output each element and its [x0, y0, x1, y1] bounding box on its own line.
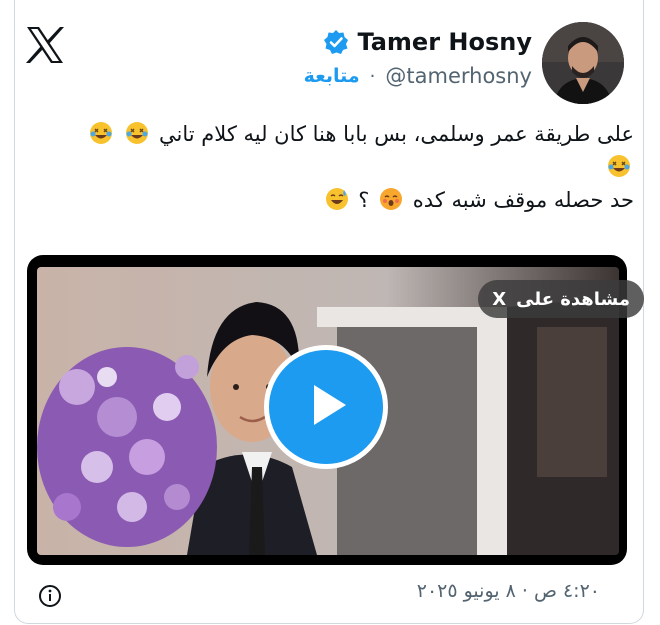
tweet-line-1-text: على طريقة عمر وسلمى، بس بابا هنا كان ليه…	[159, 122, 634, 146]
tweet-footer: ٤:٢٠ ص · ٨ يونيو ٢٠٢٥	[26, 580, 626, 610]
separator-dot: ·	[369, 65, 376, 87]
tweet-line-2-text: حد حصله موقف شبه كده	[412, 188, 634, 212]
play-button[interactable]	[264, 345, 388, 469]
info-icon[interactable]	[38, 584, 62, 608]
tweet-question-mark: ؟	[358, 188, 370, 212]
x-logo-icon[interactable]	[22, 22, 68, 68]
avatar[interactable]	[542, 22, 624, 104]
watch-on-x-logo: X	[492, 288, 507, 310]
verified-badge-icon	[323, 29, 349, 55]
author-handle-row: متابعة · @tamerhosny	[304, 64, 532, 88]
tweet-line-emoji-row	[34, 151, 634, 184]
author-name[interactable]: Tamer Hosny	[357, 28, 532, 56]
follow-button[interactable]: متابعة	[304, 65, 360, 87]
author-handle[interactable]: @tamerhosny	[385, 64, 532, 88]
rolling-on-floor-laughing-emoji	[606, 153, 632, 179]
rolling-on-floor-laughing-emoji	[88, 120, 114, 146]
watch-on-x-button[interactable]: مشاهدة على X	[478, 280, 644, 318]
tweet-timestamp[interactable]: ٤:٢٠ ص · ٨ يونيو ٢٠٢٥	[417, 580, 600, 602]
face-exhaling-shy-emoji	[378, 186, 404, 212]
grinning-sweat-emoji	[324, 186, 350, 212]
author-name-row: Tamer Hosny	[323, 28, 532, 56]
tweet-line-2: حد حصله موقف شبه كده ؟	[34, 184, 634, 217]
tweet-text: على طريقة عمر وسلمى، بس بابا هنا كان ليه…	[34, 118, 634, 217]
rolling-on-floor-laughing-emoji	[124, 120, 150, 146]
play-icon	[296, 375, 356, 439]
watch-on-x-label: مشاهدة على	[516, 288, 630, 310]
tweet-line-1: على طريقة عمر وسلمى، بس بابا هنا كان ليه…	[34, 118, 634, 151]
